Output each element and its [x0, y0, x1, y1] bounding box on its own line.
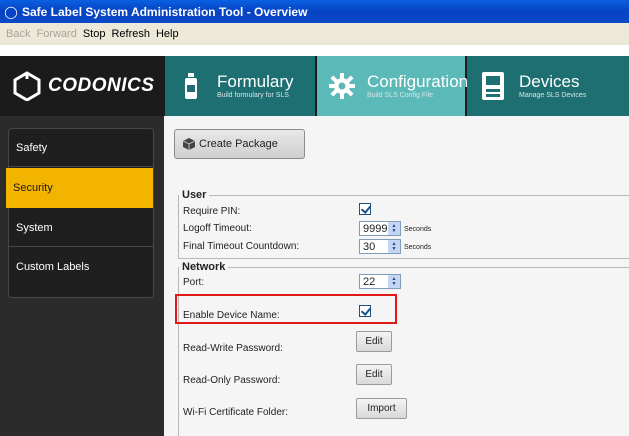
spinner-arrows-icon[interactable]: ▲ ▼ [388, 240, 400, 253]
sidebar-menu: Safety Security System Custom Labels [6, 128, 154, 298]
read-write-edit-button[interactable]: Edit [356, 331, 392, 352]
gear-icon [329, 69, 355, 103]
sidebar-item-label: Custom Labels [16, 261, 90, 273]
menu-help[interactable]: Help [156, 28, 179, 40]
title-bar: ◯ Safe Label System Administration Tool … [0, 0, 629, 23]
highlight-box [175, 294, 397, 324]
port-spinner[interactable]: 22 ▲ ▼ [359, 274, 401, 289]
logoff-timeout-spinner[interactable]: 9999 ▲ ▼ [359, 221, 401, 236]
read-write-edit-label: Edit [365, 336, 383, 347]
require-pin-label: Require PIN: [183, 206, 241, 217]
window-title: Safe Label System Administration Tool - … [22, 4, 308, 19]
tab-configuration-title: Configuration [367, 72, 469, 91]
tab-formulary[interactable]: Formulary Build formulary for SLS [165, 56, 315, 116]
port-label: Port: [183, 277, 205, 288]
create-package-button[interactable]: Create Package [174, 129, 305, 159]
logo-text: CODONICS [48, 75, 155, 96]
app-icon: ◯ [4, 4, 18, 19]
tab-configuration-subtitle: Build SLS Config File [367, 92, 434, 99]
final-timeout-label: Final Timeout Countdown: [183, 241, 300, 252]
sidebar-item-security[interactable]: Security [6, 168, 153, 208]
menu-stop[interactable]: Stop [83, 28, 106, 40]
menu-forward[interactable]: Forward [36, 28, 76, 40]
codonics-logo-icon [13, 71, 41, 101]
menu-bar: Back Forward Stop Refresh Help [0, 23, 629, 45]
sidebar-item-label: Safety [16, 141, 48, 154]
port-value: 22 [363, 275, 376, 288]
logoff-timeout-value: 9999 [363, 222, 388, 235]
wifi-import-button[interactable]: Import [356, 398, 407, 419]
logoff-timeout-label: Logoff Timeout: [183, 223, 252, 234]
network-legend: Network [182, 261, 226, 273]
read-only-password-label: Read-Only Password: [183, 375, 281, 386]
menu-back[interactable]: Back [6, 28, 30, 40]
spinner-arrows-icon[interactable]: ▲ ▼ [388, 275, 400, 288]
wifi-certificate-folder-label: Wi-Fi Certificate Folder: [183, 407, 289, 418]
sidebar-item-custom-labels[interactable]: Custom Labels [9, 248, 153, 286]
final-timeout-value: 30 [363, 240, 376, 253]
tab-formulary-subtitle: Build formulary for SLS [217, 92, 289, 99]
sidebar-item-label: Security [13, 182, 53, 194]
tab-configuration[interactable]: Configuration Build SLS Config File [317, 56, 469, 116]
main-panel: Create Package User Network Require PIN:… [164, 116, 629, 436]
user-legend: User [182, 189, 207, 201]
bottle-icon [177, 69, 205, 103]
require-pin-checkbox[interactable] [359, 203, 371, 215]
tab-formulary-title: Formulary [217, 72, 294, 91]
read-only-edit-button[interactable]: Edit [356, 364, 392, 385]
sidebar-item-system[interactable]: System [9, 209, 153, 247]
sidebar: Safety Security System Custom Labels [0, 116, 164, 436]
tab-devices-title: Devices [519, 72, 580, 91]
read-only-edit-label: Edit [365, 369, 383, 380]
logoff-timeout-unit: Seconds [404, 226, 432, 233]
read-write-password-label: Read-Write Password: [183, 343, 283, 354]
wifi-import-label: Import [367, 403, 396, 414]
sidebar-item-label: System [16, 221, 53, 234]
create-package-label: Create Package [199, 138, 278, 150]
spinner-arrows-icon[interactable]: ▲ ▼ [388, 222, 400, 235]
tab-devices-subtitle: Manage SLS Devices [519, 92, 587, 99]
app-header: CODONICS Formulary Build formulary for S… [0, 56, 629, 116]
package-icon [183, 138, 195, 150]
tab-devices[interactable]: Devices Manage SLS Devices [467, 56, 629, 116]
menu-refresh[interactable]: Refresh [111, 28, 150, 40]
device-icon [479, 69, 507, 103]
final-timeout-spinner[interactable]: 30 ▲ ▼ [359, 239, 401, 254]
sidebar-item-safety[interactable]: Safety [9, 129, 153, 167]
codonics-logo: CODONICS [0, 56, 165, 116]
final-timeout-unit: Seconds [404, 244, 432, 251]
